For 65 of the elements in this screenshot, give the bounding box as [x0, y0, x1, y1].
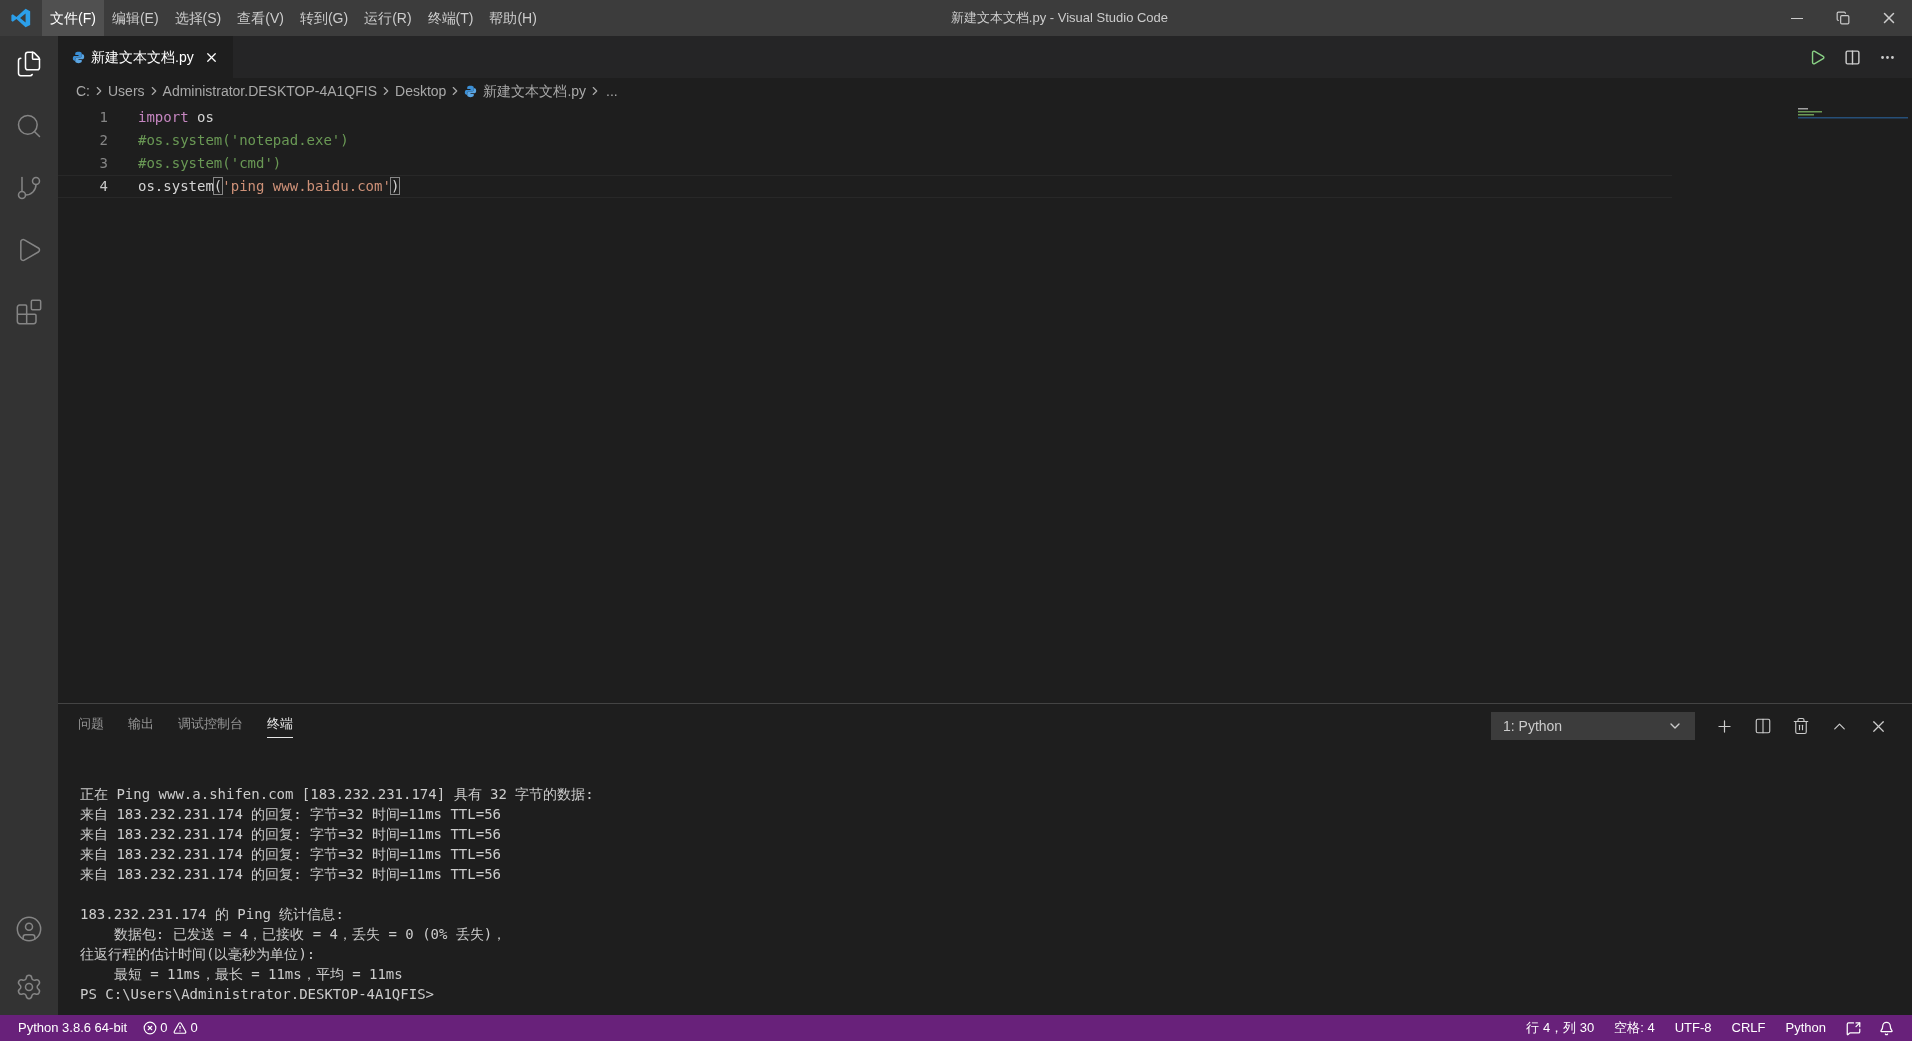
files-icon[interactable] — [15, 50, 43, 78]
line-number: 1 — [98, 108, 108, 127]
panel-tab[interactable]: 问题 — [78, 714, 104, 738]
status-item[interactable]: 空格: 4 — [1604, 1018, 1665, 1038]
breadcrumb-item[interactable]: Administrator.DESKTOP-4A1QFIS — [162, 80, 378, 102]
menu-item[interactable]: 帮助(H) — [481, 0, 545, 36]
bell-icon[interactable] — [1879, 1020, 1894, 1036]
problems-status[interactable]: 0 0 — [135, 1018, 206, 1038]
terminal-line: PS C:\Users\Administrator.DESKTOP-4A1QFIS> — [80, 985, 434, 1004]
terminal-line: 来自 183.232.231.174 的回复: 字节=32 时间=11ms TTL=56 — [80, 825, 501, 844]
status-item[interactable]: CRLF — [1721, 1018, 1776, 1038]
breadcrumb-item[interactable]: ... — [606, 80, 618, 102]
split-terminal-icon[interactable] — [1754, 717, 1772, 735]
run-file-icon[interactable] — [1809, 48, 1826, 66]
terminal-line: 来自 183.232.231.174 的回复: 字节=32 时间=11ms TTL=56 — [80, 865, 501, 884]
code-line: os.system('ping www.baidu.com') — [138, 177, 400, 196]
menu-item[interactable]: 终端(T) — [419, 0, 482, 36]
status-item[interactable]: UTF-8 — [1664, 1018, 1722, 1038]
breadcrumb-item[interactable]: 新建文本文档.py — [483, 80, 587, 102]
terminal-select[interactable]: 1: Python — [1491, 712, 1695, 740]
branch-icon[interactable] — [15, 174, 43, 202]
python-file-icon — [72, 50, 85, 64]
window-title: 新建文本文档.py - Visual Studio Code — [950, 9, 1169, 28]
menu-item[interactable]: 文件(F) — [42, 0, 104, 36]
restore-icon — [1836, 11, 1850, 25]
python-file-icon — [464, 84, 478, 98]
editor-tab[interactable]: 新建文本文档.py — [58, 36, 233, 78]
breadcrumb-item[interactable]: C: — [76, 80, 90, 102]
code-line: #os.system('notepad.exe') — [138, 131, 349, 150]
breadcrumb-item[interactable]: Desktop — [395, 80, 447, 102]
menu-item[interactable]: 运行(R) — [356, 0, 420, 36]
split-editor-icon[interactable] — [1844, 48, 1861, 66]
terminal-line: 183.232.231.174 的 Ping 统计信息: — [80, 905, 344, 924]
terminal-line: 来自 183.232.231.174 的回复: 字节=32 时间=11ms TTL=56 — [80, 805, 501, 824]
terminal-line: 往返行程的估计时间(以毫秒为单位): — [80, 945, 316, 964]
terminal-line: 最短 = 11ms，最长 = 11ms，平均 = 11ms — [112, 965, 403, 984]
menu-item[interactable]: 选择(S) — [166, 0, 230, 36]
line-number: 4 — [98, 177, 108, 196]
terminal-line: 正在 Ping www.a.shifen.com [183.232.231.174] 具有 32 字节的数据: — [80, 785, 594, 804]
panel-tab[interactable]: 输出 — [128, 714, 154, 738]
line-number: 3 — [98, 154, 108, 173]
error-icon — [143, 1021, 158, 1035]
status-item[interactable]: Python — [1775, 1018, 1836, 1038]
menu-item[interactable]: 转到(G) — [291, 0, 357, 36]
code-line: #os.system('cmd') — [138, 154, 282, 173]
breadcrumb-item[interactable]: Users — [108, 80, 145, 102]
menu-item[interactable]: 编辑(E) — [103, 0, 167, 36]
panel-tab[interactable]: 调试控制台 — [178, 714, 243, 738]
status-item[interactable]: 行 4，列 30 — [1516, 1018, 1605, 1038]
settings-icon[interactable] — [15, 973, 43, 1001]
interpreter-status[interactable]: Python 3.8.6 64-bit — [10, 1018, 136, 1038]
search-icon[interactable] — [15, 112, 43, 140]
terminal-line: 来自 183.232.231.174 的回复: 字节=32 时间=11ms TTL=56 — [80, 845, 501, 864]
line-number: 2 — [98, 131, 108, 150]
code-line: import os — [138, 108, 214, 127]
minimize-icon — [1791, 17, 1803, 19]
account-icon[interactable] — [15, 915, 43, 943]
terminal-line: 数据包: 已发送 = 4，已接收 = 4，丢失 = 0 (0% 丢失)， — [112, 925, 507, 944]
app-logo-icon — [10, 7, 32, 29]
feedback-icon[interactable] — [1846, 1020, 1861, 1036]
menu-item[interactable]: 查看(V) — [229, 0, 292, 36]
trash-icon[interactable] — [1792, 717, 1810, 735]
extensions-icon[interactable] — [15, 298, 43, 326]
warning-icon — [173, 1021, 188, 1035]
panel-tab[interactable]: 终端 — [267, 714, 293, 738]
